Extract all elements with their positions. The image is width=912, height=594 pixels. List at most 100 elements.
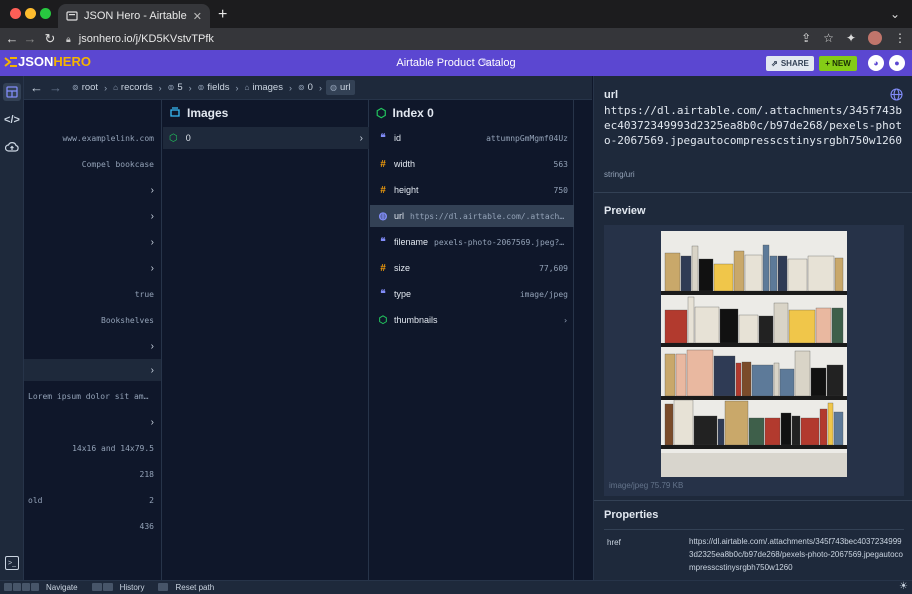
property-value: https://dl.airtable.com/.attach… [410,211,565,221]
open-link-globe-icon[interactable] [890,88,903,104]
path-forward-arrow-icon[interactable]: → [49,80,62,95]
property-value[interactable]: https://dl.airtable.com/.attachments/345… [689,535,903,574]
bookmark-star-icon[interactable]: ☆ [823,31,834,45]
back-arrow-icon[interactable]: ← [2,31,22,46]
arrow-keys-icon [4,582,40,593]
property-row[interactable]: ❝ id attumnpGmMgmf04Uz [370,127,574,149]
new-tab-button[interactable]: + [218,6,227,24]
list-item-selected[interactable]: ⬡ 0 › [163,127,369,149]
terminal-icon[interactable]: >_ [5,556,19,570]
tab-search-chevron-icon[interactable]: ⌄ [890,7,900,21]
value-text: www.examplelink.com [62,133,154,143]
list-item[interactable]: Compel bookcase [24,153,161,175]
list-item[interactable]: › [24,335,161,357]
list-item-selected[interactable]: › [24,359,161,381]
new-button[interactable]: + NEW [819,56,857,71]
number-type-icon: # [380,184,386,196]
cube-icon: ⬡ [376,106,387,120]
list-item[interactable]: Lorem ipsum dolor sit am… [24,385,161,407]
properties-heading: Properties [604,509,659,521]
property-row-selected[interactable]: ◍ url https://dl.airtable.com/.attach… [370,205,574,227]
crumb-images[interactable]: ⌂ images [243,82,285,93]
cube-icon: ⬡ [378,314,388,326]
edit-title-icon[interactable]: ✎ [481,56,491,70]
property-value: 563 [553,159,568,169]
list-item[interactable]: Bookshelves [24,309,161,331]
selected-value[interactable]: https://dl.airtable.com/.attachments/345… [604,103,902,148]
column-record-fields: www.examplelink.com Compel bookcase › › … [24,100,162,580]
list-item[interactable]: 218 [24,463,161,485]
list-item[interactable]: › [24,231,161,253]
reload-icon[interactable]: ↻ [40,31,60,47]
code-view-icon[interactable]: </> [3,111,21,129]
property-key: href [607,538,621,547]
github-icon[interactable]: ● [889,55,905,71]
forward-arrow-icon[interactable]: → [20,31,40,46]
history-hint: History [119,583,145,592]
object-icon: ⊚ [297,83,305,92]
share-label: SHARE [780,59,809,68]
path-back-arrow-icon[interactable]: ← [30,80,43,95]
value-text: 14x16 and 14x79.5 [72,443,154,453]
crumb-separator-icon: › [235,82,239,93]
logo-json-text: JSON [18,54,54,69]
browser-tab[interactable]: JSON Hero - Airtable Product C ✕ [58,4,210,28]
list-item[interactable]: true [24,283,161,305]
list-item[interactable]: old 2 [24,489,161,511]
history-keys-icon [91,582,114,593]
minimize-window-button[interactable] [25,8,36,19]
string-quote-icon: ❝ [380,236,386,248]
address-bar[interactable]: 🔒︎ jsonhero.io/j/KD5KVstvTPfk [66,30,796,48]
list-item[interactable]: › [24,257,161,279]
navigate-hint: Navigate [46,583,78,592]
property-key: size [394,263,411,273]
extensions-puzzle-icon[interactable]: ✦ [846,31,856,45]
value-text: Bookshelves [101,315,154,325]
theme-toggle-sun-icon[interactable]: ☀︎ [899,581,908,592]
crumb-label: 0 [307,82,313,93]
array-icon [169,106,181,121]
list-item[interactable]: www.examplelink.com [24,127,161,149]
property-row[interactable]: # size 77,609 [370,257,574,279]
cloud-upload-icon[interactable] [3,138,21,156]
cube-icon: ⬡ [169,132,178,144]
list-item[interactable]: 436 [24,515,161,537]
maximize-window-button[interactable] [40,8,51,19]
column-header: Images [163,100,368,126]
crumb-5[interactable]: ⊚ 5 [166,82,185,93]
share-page-icon[interactable]: ⇪ [801,31,811,45]
property-row[interactable]: ⬡ thumbnails › [370,309,574,331]
property-row[interactable]: # width 563 [370,153,574,175]
property-row[interactable]: ❝ filename pexels-photo-2067569.jpeg?… [370,231,574,253]
chevron-right-icon: › [150,364,154,376]
list-item[interactable]: › [24,179,161,201]
tab-close-icon[interactable]: ✕ [193,10,202,23]
crumb-url[interactable]: ◍ url [325,80,355,95]
list-item[interactable]: 14x16 and 14x79.5 [24,437,161,459]
column-title: Index 0 [392,106,434,120]
property-row[interactable]: ❝ type image/jpeg [370,283,574,305]
discord-icon[interactable]: ◕ [868,55,884,71]
close-window-button[interactable] [10,8,21,19]
list-item[interactable]: › [24,205,161,227]
property-row[interactable]: # height 750 [370,179,574,201]
list-item[interactable]: › [24,411,161,433]
browser-menu-icon[interactable]: ⋮ [894,31,906,45]
globe-icon: ◍ [378,210,388,222]
crumb-0[interactable]: ⊚ 0 [296,82,315,93]
status-bar: Navigate History Reset path ☀︎ [0,580,912,594]
profile-avatar[interactable] [868,31,882,45]
breadcrumb: ← → ⊚ root › ⌂ records › ⊚ 5 › ⊚ fields › ⌂ i… [24,76,592,100]
jsonhero-favicon-icon [66,10,78,22]
jsonhero-logo[interactable]: JSON HERO [4,54,91,69]
array-icon: ⌂ [113,83,118,92]
columns-view-icon[interactable] [3,83,21,101]
share-button[interactable]: ⇗ SHARE [766,56,814,71]
reset-key-icon [158,582,169,593]
array-icon: ⌂ [244,83,250,92]
property-key: filename [394,237,429,247]
crumb-fields[interactable]: ⊚ fields [196,82,232,93]
crumb-root[interactable]: ⊚ root [70,82,100,93]
crumb-separator-icon: › [188,82,192,93]
crumb-records[interactable]: ⌂ records [111,82,155,93]
